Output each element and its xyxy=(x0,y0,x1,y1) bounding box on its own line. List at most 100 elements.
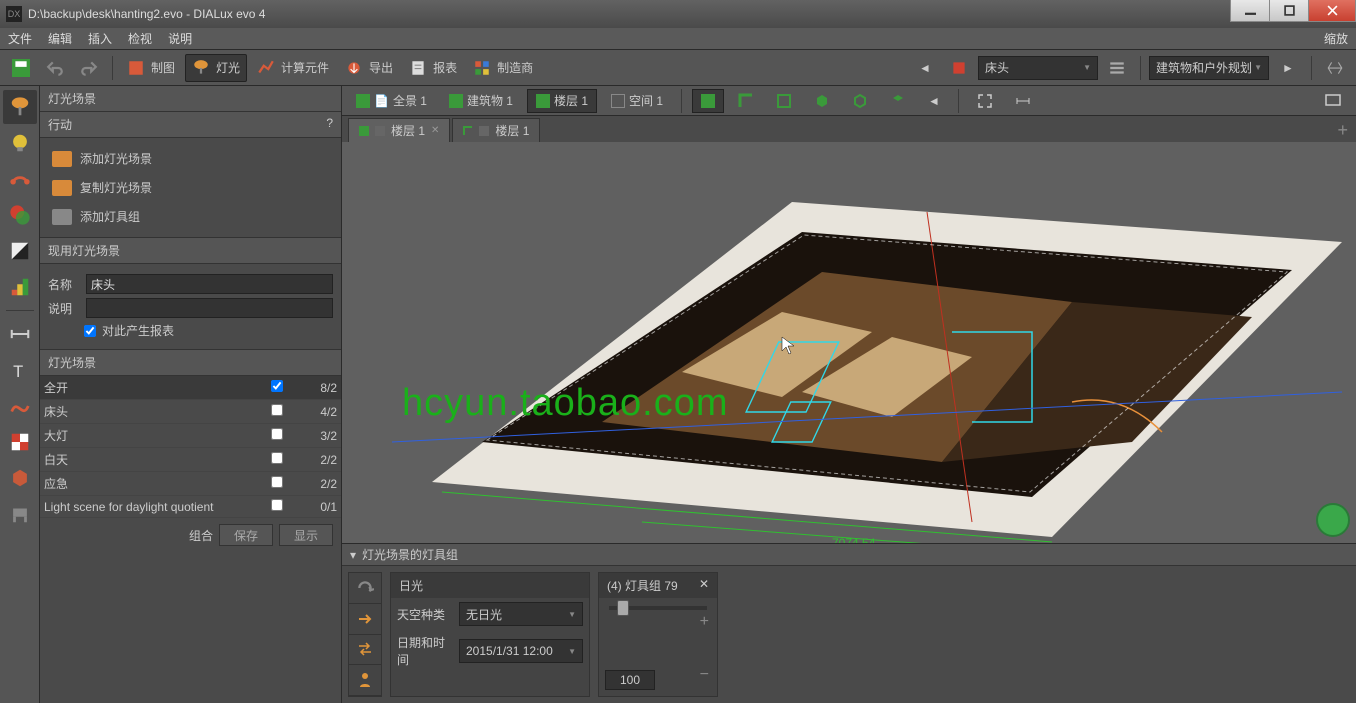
menu-view[interactable]: 检视 xyxy=(128,30,152,47)
tool-bulb[interactable] xyxy=(3,126,37,160)
tool-move[interactable] xyxy=(3,162,37,196)
tab-floor-2[interactable]: 楼层 1 xyxy=(452,118,540,142)
scene-row[interactable]: 大灯3/2 xyxy=(40,424,341,448)
draw-mode-button[interactable]: 制图 xyxy=(121,54,181,82)
menu-edit[interactable]: 编辑 xyxy=(48,30,72,47)
scene-list-button[interactable] xyxy=(1102,54,1132,82)
name-input[interactable] xyxy=(86,274,333,294)
view-room[interactable]: 空间 1 xyxy=(603,89,671,113)
save-scene-button[interactable]: 保存 xyxy=(219,524,273,546)
view-building[interactable]: 建筑物 1 xyxy=(441,89,521,113)
viewmode-4[interactable] xyxy=(806,89,838,113)
save-button[interactable] xyxy=(6,54,36,82)
scene-add-icon xyxy=(52,151,72,167)
increment-button[interactable]: + xyxy=(700,613,709,631)
scene-checkbox[interactable] xyxy=(271,404,283,416)
gen-report-checkbox[interactable] xyxy=(84,325,96,337)
show-scene-button[interactable]: 显示 xyxy=(279,524,333,546)
manufacturer-button[interactable]: 制造商 xyxy=(467,54,539,82)
desc-input[interactable] xyxy=(86,298,333,318)
scene-row[interactable]: Light scene for daylight quotient0/1 xyxy=(40,496,341,518)
scene-checkbox[interactable] xyxy=(271,499,283,511)
dimmer-value[interactable]: 100 xyxy=(605,670,655,690)
tool-dimension[interactable] xyxy=(3,317,37,351)
tool-levels[interactable] xyxy=(3,270,37,304)
tab-close-icon[interactable]: ✕ xyxy=(431,125,439,136)
tool-swatches[interactable] xyxy=(3,425,37,459)
dimmer-slider[interactable] xyxy=(609,606,707,610)
view-floor[interactable]: 楼层 1 xyxy=(527,89,597,113)
undo-button[interactable] xyxy=(40,54,70,82)
close-button[interactable] xyxy=(1308,0,1356,22)
menu-help[interactable]: 说明 xyxy=(168,30,192,47)
menubar: 文件 编辑 插入 检视 说明 缩放 xyxy=(0,28,1356,50)
viewmode-6[interactable] xyxy=(882,89,914,113)
viewmode-prev[interactable]: ◄ xyxy=(920,89,948,113)
measure-button[interactable] xyxy=(1007,89,1039,113)
tool-contrast[interactable] xyxy=(3,234,37,268)
scene-checkbox[interactable] xyxy=(271,476,283,488)
scene-row[interactable]: 应急2/2 xyxy=(40,472,341,496)
slider-thumb[interactable] xyxy=(617,600,629,616)
menu-zoom[interactable]: 缩放 xyxy=(1324,30,1348,47)
scene-row[interactable]: 床头4/2 xyxy=(40,400,341,424)
3d-viewport[interactable]: 7074.54 hcyun.taobao.com xyxy=(342,142,1356,543)
actions-section: 添加灯光场景 复制灯光场景 添加灯具组 xyxy=(40,138,341,238)
menu-file[interactable]: 文件 xyxy=(8,30,32,47)
sky-select[interactable]: 无日光▼ xyxy=(459,602,583,626)
action-copy-scene[interactable]: 复制灯光场景 xyxy=(48,173,333,202)
nav-prev-button[interactable]: ◄ xyxy=(910,54,940,82)
viewmode-2[interactable] xyxy=(730,89,762,113)
fullscreen-button[interactable] xyxy=(969,89,1001,113)
scene-row[interactable]: 全开8/2 xyxy=(40,376,341,400)
person-button[interactable] xyxy=(349,665,381,696)
tool-curve[interactable] xyxy=(3,389,37,423)
arrow-swap-button[interactable] xyxy=(349,635,381,666)
desc-label: 说明 xyxy=(48,300,80,317)
arrow-right-button[interactable] xyxy=(349,604,381,635)
scene-checkbox[interactable] xyxy=(271,380,283,392)
nav-next-button[interactable]: ► xyxy=(1273,54,1303,82)
view-scene[interactable]: 📄全景 1 xyxy=(348,89,435,113)
tool-palette[interactable] xyxy=(3,198,37,232)
tool-text[interactable]: T xyxy=(3,353,37,387)
viewmode-fill[interactable] xyxy=(692,89,724,113)
viewmode-3[interactable] xyxy=(768,89,800,113)
report-button[interactable]: 报表 xyxy=(403,54,463,82)
calc-mode-button[interactable]: 计算元件 xyxy=(251,54,335,82)
monitor-button[interactable] xyxy=(1316,89,1350,113)
scene-selector[interactable]: 床头▼ xyxy=(978,56,1098,80)
export-button[interactable]: 导出 xyxy=(339,54,399,82)
action-add-scene[interactable]: 添加灯光场景 xyxy=(48,144,333,173)
tool-box[interactable] xyxy=(3,461,37,495)
minimize-button[interactable] xyxy=(1230,0,1270,22)
light-mode-button[interactable]: 灯光 xyxy=(185,54,247,82)
room-icon xyxy=(611,94,625,108)
tool-lamp[interactable] xyxy=(3,90,37,124)
main-area: 📄全景 1 建筑物 1 楼层 1 空间 1 ◄ 楼层 1✕ 楼层 1 + xyxy=(342,86,1356,703)
tool-furniture[interactable] xyxy=(3,497,37,531)
maximize-button[interactable] xyxy=(1269,0,1309,22)
scene-checkbox[interactable] xyxy=(271,452,283,464)
viewmode-5[interactable] xyxy=(844,89,876,113)
group-label: 组合 xyxy=(189,527,213,544)
decrement-button[interactable]: − xyxy=(700,666,709,684)
scene-checkbox[interactable] xyxy=(271,428,283,440)
collapse-icon[interactable]: ▾ xyxy=(350,548,356,562)
redo-button[interactable] xyxy=(74,54,104,82)
tool-rail: T xyxy=(0,86,40,703)
add-tab-button[interactable]: + xyxy=(1329,118,1356,142)
app-icon: DX xyxy=(6,6,22,22)
watermark-text: hcyun.taobao.com xyxy=(402,382,729,425)
nav-stop-button[interactable] xyxy=(944,54,974,82)
grid-toggle-button[interactable] xyxy=(1320,54,1350,82)
refresh-button[interactable] xyxy=(349,573,381,604)
mode-selector[interactable]: 建筑物和户外规划▼ xyxy=(1149,56,1269,80)
date-select[interactable]: 2015/1/31 12:00▼ xyxy=(459,639,583,663)
help-icon[interactable]: ? xyxy=(326,116,333,133)
menu-insert[interactable]: 插入 xyxy=(88,30,112,47)
tab-floor-1[interactable]: 楼层 1✕ xyxy=(348,118,450,142)
action-add-group[interactable]: 添加灯具组 xyxy=(48,202,333,231)
scene-row[interactable]: 白天2/2 xyxy=(40,448,341,472)
card-close-icon[interactable]: ✕ xyxy=(699,577,709,594)
